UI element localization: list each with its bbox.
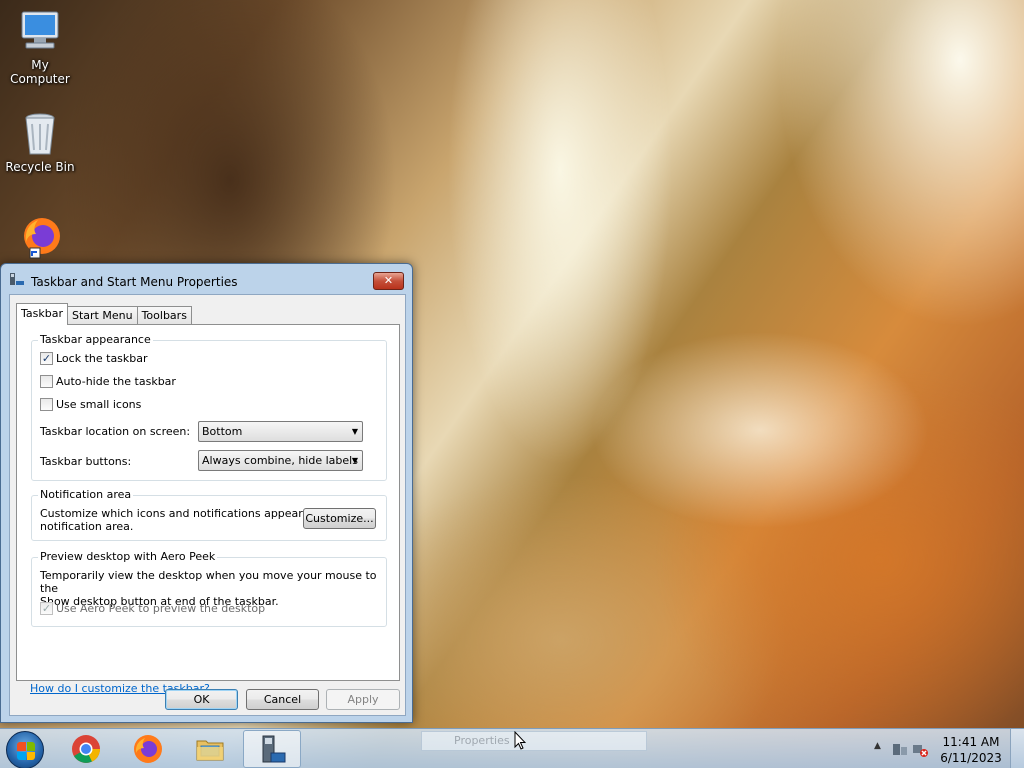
desktop-icon-label: Recycle Bin <box>5 160 75 174</box>
firefox-icon <box>134 735 162 763</box>
buttons-label: Taskbar buttons: <box>40 455 132 468</box>
close-button[interactable]: ✕ <box>373 272 404 290</box>
group-title: Preview desktop with Aero Peek <box>38 550 218 563</box>
location-dropdown[interactable]: Bottom ▼ <box>198 421 363 442</box>
chevron-down-icon: ▼ <box>351 427 358 436</box>
tab-start-menu[interactable]: Start Menu <box>67 306 138 325</box>
chevron-down-icon: ▼ <box>351 456 358 465</box>
taskbar-app-properties[interactable] <box>243 730 301 768</box>
location-value: Bottom <box>202 425 243 438</box>
tab-taskbar[interactable]: Taskbar <box>16 303 68 325</box>
show-hidden-icons-arrow-icon[interactable]: ▲ <box>874 741 881 751</box>
aero-peek-row: ✓ Use Aero Peek to preview the desktop <box>40 602 265 615</box>
desktop-icon-my-computer[interactable]: My Computer <box>0 8 80 86</box>
taskbar-properties-icon <box>262 735 286 763</box>
ok-button[interactable]: OK <box>165 689 238 710</box>
clock-time: 11:41 AM <box>942 735 1000 749</box>
taskbar-properties-dialog: Taskbar and Start Menu Properties ✕ Task… <box>0 263 413 723</box>
cancel-button[interactable]: Cancel <box>246 689 319 710</box>
autohide-row[interactable]: Auto-hide the taskbar <box>40 375 176 388</box>
show-desktop-button[interactable] <box>1010 729 1024 768</box>
taskbar-app-firefox[interactable] <box>119 730 177 768</box>
desktop-icon-label: My Computer <box>10 58 70 86</box>
recycle-bin-icon <box>16 110 64 158</box>
group-notification-area: Notification area Customize which icons … <box>31 488 387 541</box>
group-taskbar-appearance: Taskbar appearance ✓ Lock the taskbar Au… <box>31 333 387 481</box>
mouse-cursor-icon <box>514 731 526 750</box>
dialog-title: Taskbar and Start Menu Properties <box>31 275 238 289</box>
small-icons-checkbox[interactable] <box>40 398 53 411</box>
file-explorer-icon <box>196 740 224 761</box>
desktop-icon-recycle-bin[interactable]: Recycle Bin <box>0 110 80 174</box>
dialog-titlebar[interactable]: Taskbar and Start Menu Properties ✕ <box>1 264 412 294</box>
aero-peek-checkbox: ✓ <box>40 602 53 615</box>
taskbar: Properties ▲ 11:41 AM 6/11/2023 <box>0 728 1024 768</box>
lock-taskbar-checkbox[interactable]: ✓ <box>40 352 53 365</box>
checkbox-label: Use Aero Peek to preview the desktop <box>56 602 266 615</box>
location-label: Taskbar location on screen: <box>40 425 191 438</box>
firefox-shortcut-icon <box>16 212 64 260</box>
system-clock[interactable]: 11:41 AM 6/11/2023 <box>940 734 1002 766</box>
customize-button[interactable]: Customize... <box>303 508 376 529</box>
taskbar-tab-panel: Taskbar appearance ✓ Lock the taskbar Au… <box>16 324 400 681</box>
apply-button[interactable]: Apply <box>326 689 400 710</box>
group-aero-peek: Preview desktop with Aero Peek Temporari… <box>31 550 387 627</box>
tab-strip: Taskbar Start Menu Toolbars <box>16 303 192 325</box>
small-icons-row[interactable]: Use small icons <box>40 398 141 411</box>
lock-taskbar-row[interactable]: ✓ Lock the taskbar <box>40 352 148 365</box>
group-title: Notification area <box>38 488 134 501</box>
chrome-icon <box>72 735 100 763</box>
action-center-icon[interactable] <box>892 741 908 757</box>
windows-logo-icon <box>17 742 35 760</box>
properties-hover-label: Properties <box>421 731 647 751</box>
notification-description: Customize which icons and notifications … <box>40 507 338 533</box>
dialog-client-area: Taskbar Start Menu Toolbars Taskbar appe… <box>9 294 406 716</box>
taskbar-buttons-dropdown[interactable]: Always combine, hide labels ▼ <box>198 450 363 471</box>
network-disconnected-icon[interactable] <box>912 741 928 757</box>
computer-icon <box>16 8 64 56</box>
autohide-checkbox[interactable] <box>40 375 53 388</box>
group-title: Taskbar appearance <box>38 333 153 346</box>
taskbar-app-chrome[interactable] <box>57 730 115 768</box>
buttons-value: Always combine, hide labels <box>202 454 358 467</box>
start-button[interactable] <box>6 731 44 768</box>
checkbox-label: Use small icons <box>56 398 142 411</box>
taskbar-properties-icon <box>9 272 25 286</box>
taskbar-app-explorer[interactable] <box>181 730 239 768</box>
checkbox-label: Auto-hide the taskbar <box>56 375 176 388</box>
notification-tray: ▲ 11:41 AM 6/11/2023 <box>864 729 1024 768</box>
tab-toolbars[interactable]: Toolbars <box>136 306 192 325</box>
clock-date: 6/11/2023 <box>940 751 1002 765</box>
checkbox-label: Lock the taskbar <box>56 352 148 365</box>
desktop-icon-firefox[interactable] <box>0 212 80 262</box>
